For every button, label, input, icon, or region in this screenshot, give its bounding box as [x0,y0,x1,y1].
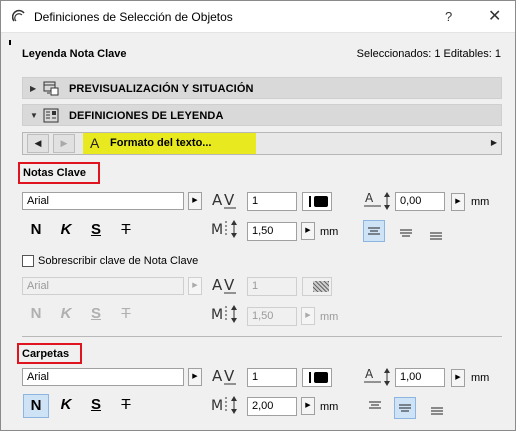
help-button[interactable]: ? [445,9,452,24]
panel-marker [9,40,11,45]
pen-icon: A V [212,191,236,209]
page-navigator: ◀ ▶ A Formato del texto... ▶ [22,132,502,155]
dialog-window: Definiciones de Selección de Objetos ? ✕… [0,0,516,431]
section-divider [22,336,502,337]
strikethrough-button: T [121,305,131,322]
svg-text:A: A [212,276,223,294]
underline-button[interactable]: S [85,394,107,416]
svg-text:M: M [211,307,223,323]
line-spacing-icon: M [211,396,237,414]
pen-icon: A V [212,276,236,294]
align-center-icon [400,229,412,237]
italic-button[interactable]: K [55,394,77,416]
unit-label: mm [471,372,490,384]
svg-text:A: A [212,367,223,385]
strikethrough-button[interactable]: T [115,394,137,416]
italic-button[interactable]: K [55,219,77,241]
override-spacing-field: 1,50 [247,307,297,326]
align-right-icon [430,232,442,240]
override-font-dropdown-button: ▶ [188,277,202,295]
carpetas-spacing-field[interactable]: 2,00 [247,397,297,416]
bold-button[interactable]: N [23,394,49,418]
align-left-button[interactable] [363,220,385,242]
text-size-icon: A [364,367,390,386]
close-button[interactable]: ✕ [488,6,501,26]
align-left-button[interactable] [364,394,386,416]
override-font-field: Arial [22,277,184,295]
notas-spacing-stepper[interactable]: ▶ [301,222,315,240]
unit-label: mm [320,226,339,238]
align-left-icon [368,227,380,235]
pen-icon: A V [212,367,236,385]
expand-arrow-icon: ▶ [30,84,37,93]
bold-button[interactable]: N [25,219,47,241]
svg-text:V: V [224,367,235,385]
window-title: Definiciones de Selección de Objetos [34,10,233,24]
legend-settings-icon [43,108,59,123]
carpetas-font-field[interactable]: Arial [22,368,184,386]
svg-text:V: V [224,191,235,209]
svg-text:A: A [212,191,223,209]
preview-placement-icon [43,81,59,96]
svg-text:A: A [365,367,374,381]
carpetas-font-dropdown-button[interactable]: ▶ [188,368,202,386]
page-dropdown-arrow-icon[interactable]: ▶ [491,138,497,147]
title-bar: Definiciones de Selección de Objetos ? ✕ [1,1,515,33]
prev-page-button[interactable]: ◀ [27,134,49,153]
selection-count: Seleccionados: 1 Editables: 1 [356,48,501,60]
notas-pen-field[interactable]: 1 [247,192,297,211]
text-size-icon: A [364,191,390,210]
svg-text:M: M [211,222,223,238]
section-preview-placement[interactable]: ▶ PREVISUALIZACIÓN Y SITUACIÓN [22,77,502,99]
carpetas-size-field[interactable]: 1,00 [395,368,445,387]
line-spacing-icon: M [211,305,237,323]
carpetas-size-stepper[interactable]: ▶ [451,369,465,387]
text-format-icon: A [90,135,100,151]
override-spacing-stepper: ▶ [301,307,315,325]
carpetas-spacing-stepper[interactable]: ▶ [301,397,315,415]
carpetas-title: Carpetas [22,348,70,360]
section-label: DEFINICIONES DE LEYENDA [69,110,224,122]
strikethrough-button[interactable]: T [115,219,137,241]
override-checkbox-label: Sobrescribir clave de Nota Clave [38,255,199,267]
italic-button: K [60,305,72,322]
notas-size-stepper[interactable]: ▶ [451,193,465,211]
align-center-icon [399,404,411,412]
notas-size-field[interactable]: 0,00 [395,192,445,211]
notas-clave-title: Notas Clave [23,167,86,179]
unit-label: mm [320,311,339,323]
align-right-button[interactable] [426,399,448,421]
collapse-arrow-icon: ▼ [30,111,38,120]
underline-button: S [90,305,101,322]
override-pen-color-button [302,277,332,296]
app-icon [12,9,25,22]
override-pen-field: 1 [247,277,297,296]
align-right-icon [431,407,443,415]
page-selector[interactable]: A Formato del texto... [83,133,256,154]
svg-text:A: A [365,191,374,205]
next-page-button[interactable]: ▶ [53,134,75,153]
notas-font-field[interactable]: Arial [22,192,184,210]
bold-button: N [30,305,42,322]
line-spacing-icon: M [211,220,237,238]
svg-text:M: M [211,398,223,414]
notas-spacing-field[interactable]: 1,50 [247,222,297,241]
notas-font-dropdown-button[interactable]: ▶ [188,192,202,210]
svg-text:V: V [224,276,235,294]
unit-label: mm [471,196,490,208]
carpetas-pen-field[interactable]: 1 [247,368,297,387]
unit-label: mm [320,401,339,413]
notas-pen-color-button[interactable] [302,192,332,211]
align-center-button[interactable] [394,397,416,419]
carpetas-pen-color-button[interactable] [302,368,332,387]
section-label: PREVISUALIZACIÓN Y SITUACIÓN [69,83,254,95]
align-right-button[interactable] [425,223,447,245]
element-type-label: Leyenda Nota Clave [22,48,127,60]
align-left-icon [369,401,381,409]
align-center-button[interactable] [395,221,417,243]
override-checkbox[interactable] [22,255,34,267]
page-selector-label: Formato del texto... [110,137,212,149]
section-legend-settings[interactable]: ▼ DEFINICIONES DE LEYENDA [22,104,502,126]
underline-button[interactable]: S [85,219,107,241]
